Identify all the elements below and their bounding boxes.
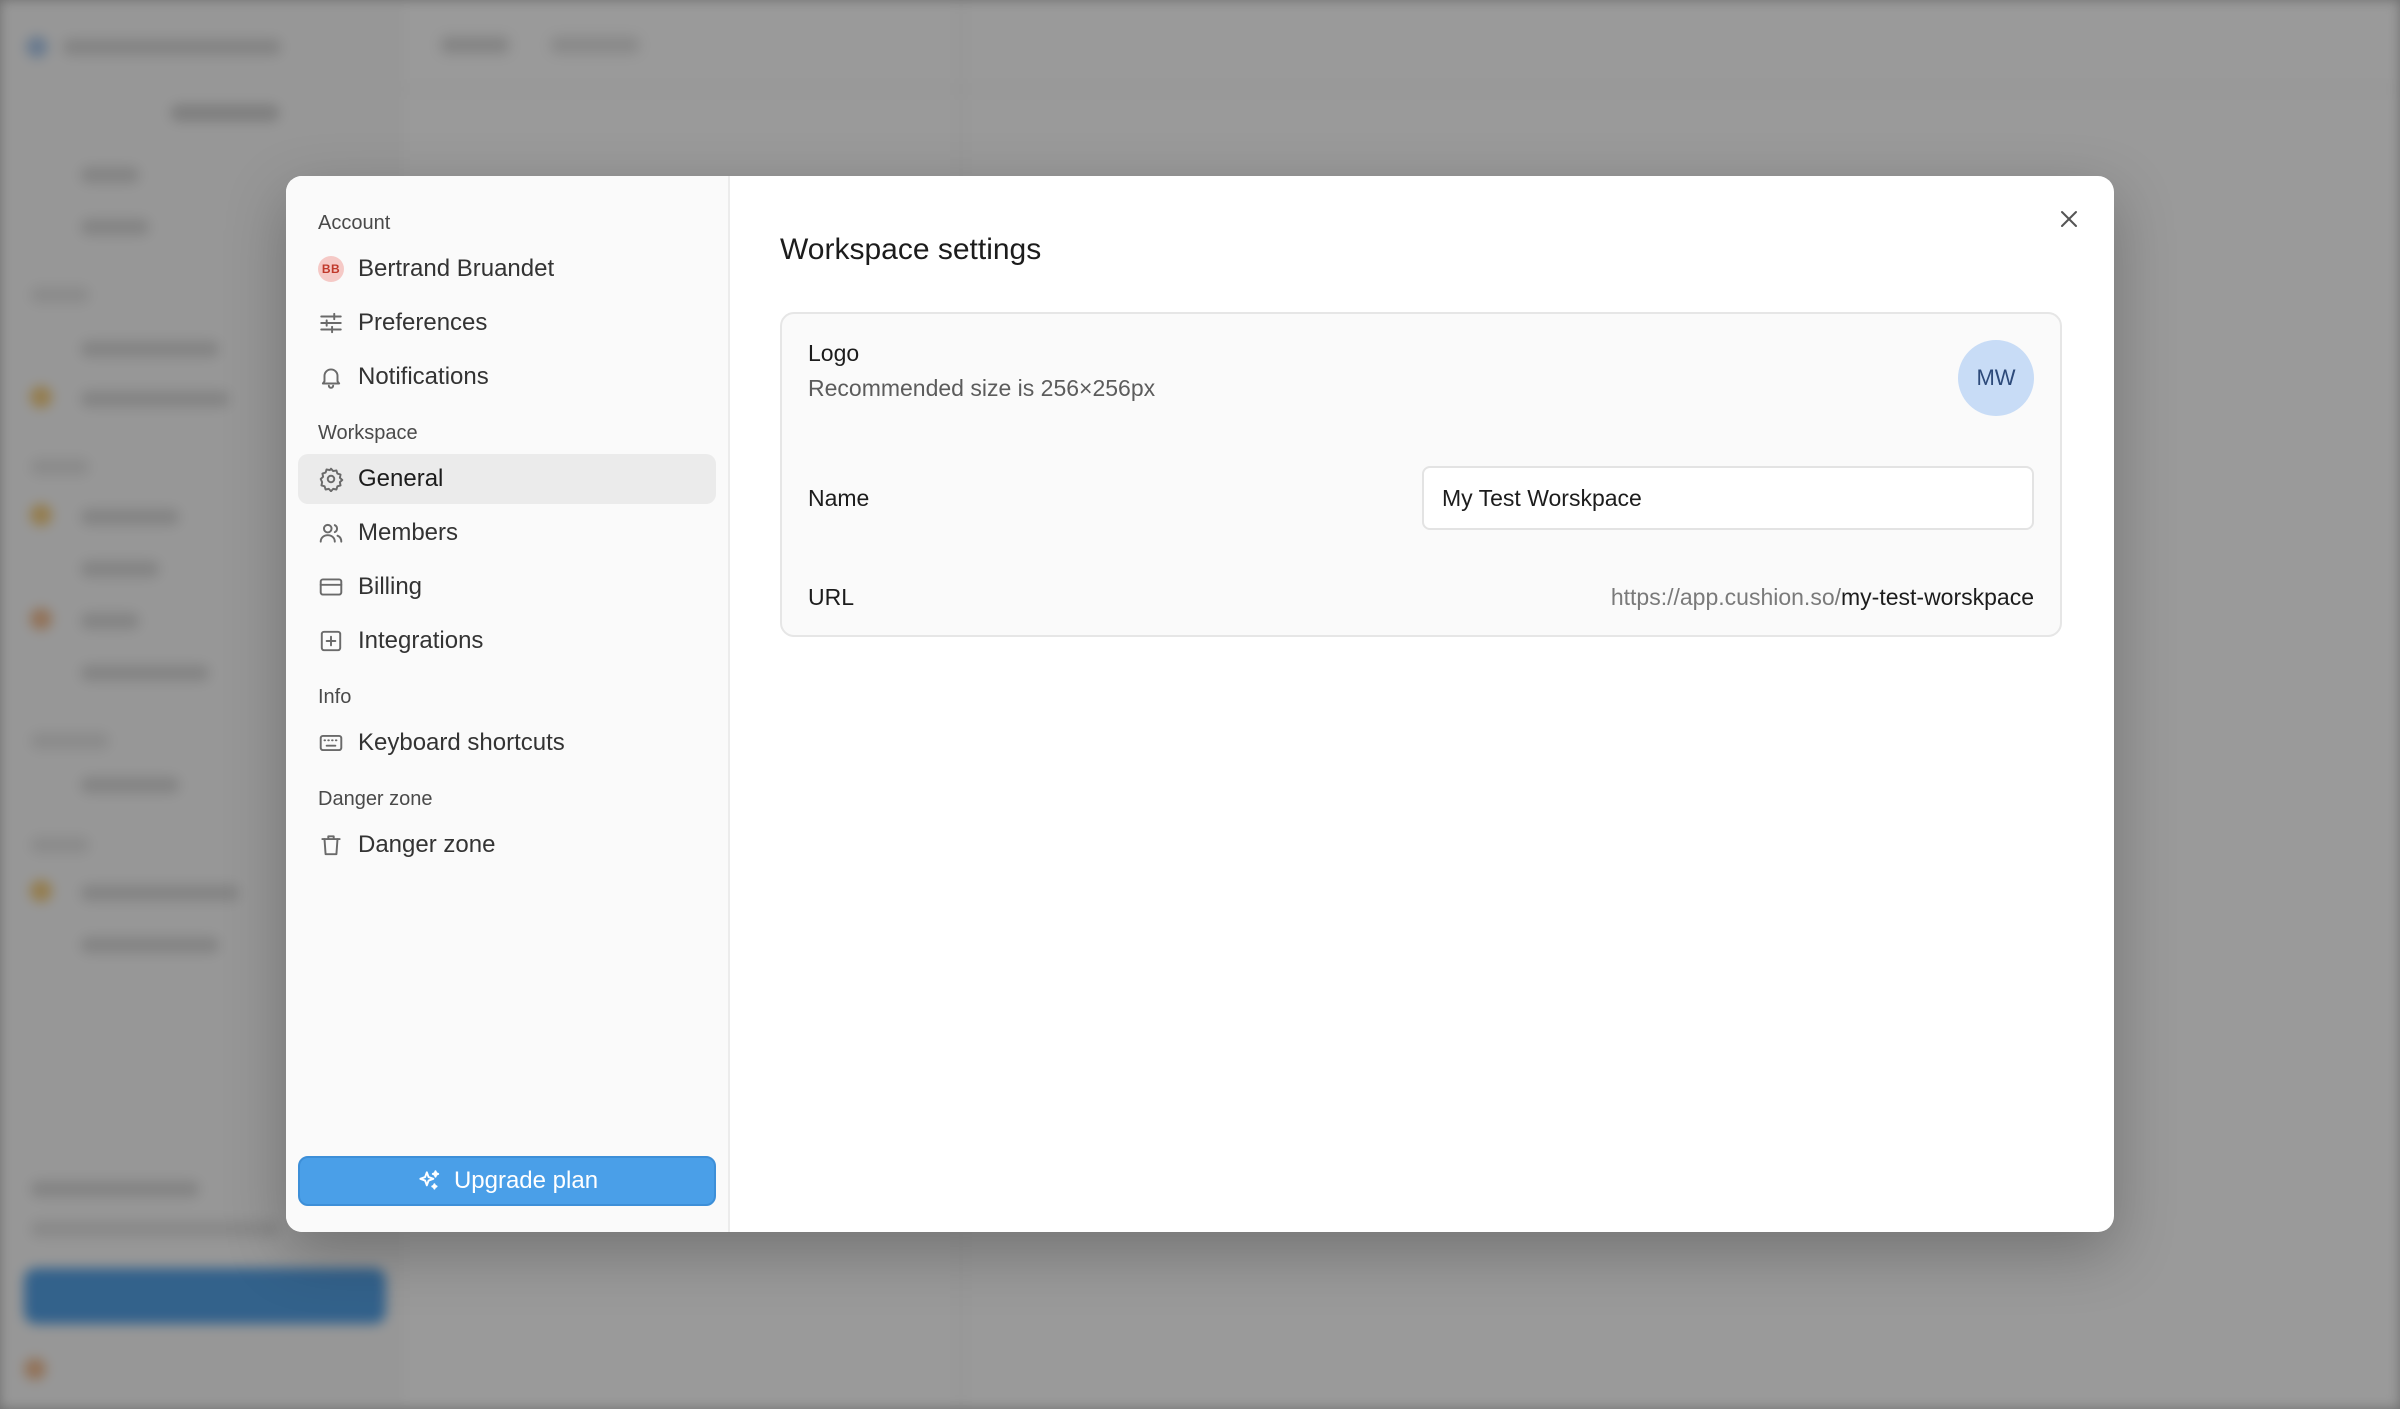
sliders-icon: [318, 310, 344, 336]
sidebar-item-general[interactable]: General: [298, 454, 716, 504]
sidebar-item-members[interactable]: Members: [298, 508, 716, 558]
bell-icon: [318, 364, 344, 390]
workspace-settings-card: Logo Recommended size is 256×256px MW Na…: [780, 312, 2062, 637]
logo-row: Logo Recommended size is 256×256px MW: [808, 340, 2034, 416]
users-icon: [318, 520, 344, 546]
sidebar-item-billing[interactable]: Billing: [298, 562, 716, 612]
name-row: Name: [808, 466, 2034, 530]
upgrade-plan-button[interactable]: Upgrade plan: [298, 1156, 716, 1206]
sidebar-item-label: General: [358, 465, 444, 492]
close-icon: [2061, 211, 2077, 227]
sidebar-item-label: Members: [358, 519, 459, 546]
close-button[interactable]: [2050, 200, 2088, 238]
credit-card-icon: [318, 574, 344, 600]
workspace-url: https://app.cushion.so/my-test-worskpace: [1611, 584, 2034, 611]
logo-hint: Recommended size is 256×256px: [808, 375, 1156, 401]
name-label: Name: [808, 484, 870, 511]
sidebar-item-label: Keyboard shortcuts: [358, 729, 565, 756]
sidebar-item-label: Bertrand Bruandet: [358, 255, 555, 282]
sidebar-item-profile[interactable]: BB Bertrand Bruandet: [298, 244, 716, 294]
sidebar-item-integrations[interactable]: Integrations: [298, 616, 716, 666]
sidebar-item-label: Billing: [358, 573, 423, 600]
sidebar-item-preferences[interactable]: Preferences: [298, 298, 716, 348]
section-account-heading: Account: [318, 212, 391, 234]
settings-modal: Account BB Bertrand Bruandet Preferences…: [286, 176, 2114, 1232]
section-workspace-heading: Workspace: [318, 422, 418, 444]
page-title: Workspace settings: [780, 233, 1042, 266]
settings-sidebar: Account BB Bertrand Bruandet Preferences…: [286, 176, 730, 1232]
url-prefix: https://app.cushion.so/: [1610, 583, 1842, 610]
sparkles-icon: [416, 1168, 442, 1194]
url-row: URL https://app.cushion.so/my-test-worsk…: [808, 580, 2034, 614]
logo-label: Logo: [808, 340, 860, 366]
workspace-logo-avatar[interactable]: MW: [1958, 340, 2034, 416]
url-slug: my-test-worskpace: [1841, 583, 2034, 610]
sidebar-item-label: Danger zone: [358, 831, 496, 858]
sidebar-item-danger-zone[interactable]: Danger zone: [298, 820, 716, 870]
user-avatar: BB: [318, 256, 344, 282]
workspace-name-input[interactable]: [1422, 466, 2034, 530]
sidebar-item-keyboard-shortcuts[interactable]: Keyboard shortcuts: [298, 718, 716, 768]
settings-content: Workspace settings Logo Recommended size…: [730, 176, 2114, 1232]
trash-icon: [318, 832, 344, 858]
plus-square-icon: [318, 628, 344, 654]
sidebar-item-label: Preferences: [358, 309, 488, 336]
gear-icon: [318, 466, 344, 492]
url-label: URL: [808, 583, 855, 610]
sidebar-item-notifications[interactable]: Notifications: [298, 352, 716, 402]
section-info-heading: Info: [318, 686, 352, 708]
sidebar-item-label: Integrations: [358, 627, 484, 654]
section-danger-heading: Danger zone: [318, 788, 433, 810]
sidebar-item-label: Notifications: [358, 363, 489, 390]
upgrade-plan-label: Upgrade plan: [453, 1167, 599, 1194]
keyboard-icon: [318, 730, 344, 756]
